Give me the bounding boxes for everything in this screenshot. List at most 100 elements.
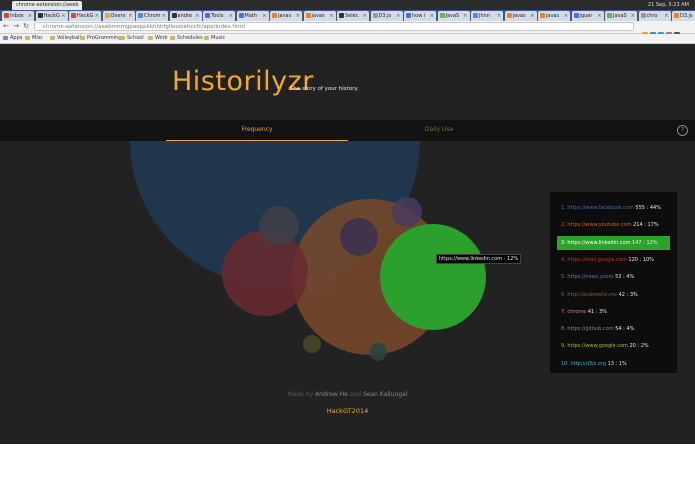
bookmark-folder[interactable]: ProGramming <box>80 34 121 43</box>
browser-tab[interactable]: Jhnn × <box>471 11 503 21</box>
close-icon[interactable]: × <box>497 11 501 21</box>
bubble-andrewhe[interactable] <box>306 266 336 296</box>
reload-icon[interactable]: ↻ <box>22 22 30 31</box>
apps-icon <box>3 35 8 40</box>
browser-tab-label: HackG <box>77 13 94 19</box>
tab-frequency[interactable]: Frequency <box>166 120 348 141</box>
bubble-mail-google[interactable] <box>222 230 308 316</box>
bubble-github[interactable] <box>259 206 299 246</box>
close-icon[interactable]: × <box>530 11 534 21</box>
os-window-tab[interactable]: chrome-extension://aeeb <box>12 1 82 10</box>
site-list-item[interactable]: 8. https://github.com 54 : 4% <box>557 322 670 336</box>
tab-daily-use[interactable]: Daily Use <box>348 120 530 140</box>
browser-toolbar: ← → ↻ chrome-extension://aeebmnmgpaeppkk… <box>0 21 695 38</box>
favicon-icon <box>305 13 311 18</box>
close-icon[interactable]: × <box>396 11 400 21</box>
browser-tab[interactable]: JavaS × <box>437 11 470 21</box>
favicon-icon <box>71 13 76 18</box>
site-list-item[interactable]: 7. chrome 41 : 3% <box>557 305 670 319</box>
bookmark-folder[interactable]: Misc <box>25 34 43 43</box>
bubble-chrome[interactable] <box>392 197 422 227</box>
site-stat: 147 : 12% <box>632 239 658 246</box>
browser-tab-strip: Inbox × HackG × HackG × Overv × Chrom × andre × Tool… <box>0 10 695 21</box>
site-stat: 53 : 4% <box>615 274 635 281</box>
bubble-news-ycom[interactable] <box>340 218 378 256</box>
browser-tab[interactable]: how i × <box>404 11 436 21</box>
site-list-item[interactable]: 2. https://www.youtube.com 214 : 17% <box>557 218 670 232</box>
site-rank: 3. <box>561 239 566 246</box>
bookmark-folder[interactable]: Volleyball <box>50 34 81 43</box>
close-icon[interactable]: × <box>463 11 467 21</box>
browser-tab[interactable]: Chrom × <box>136 11 168 21</box>
bookmark-apps[interactable]: Apps <box>3 34 22 43</box>
browser-tab[interactable]: Tools × <box>203 11 235 21</box>
bookmark-folder[interactable]: Work <box>148 34 168 43</box>
back-button[interactable]: ← <box>2 22 10 31</box>
browser-tab-label: D3.js <box>378 13 392 19</box>
browser-tab[interactable]: javas × <box>303 11 336 21</box>
browser-tab[interactable]: JavaS × <box>605 11 637 21</box>
author-link[interactable]: Sean Kallungal <box>363 391 407 398</box>
close-icon[interactable]: × <box>95 11 99 21</box>
author-link[interactable]: Andrew He <box>315 391 348 398</box>
close-icon[interactable]: × <box>564 11 568 21</box>
site-stat: 120 : 10% <box>628 256 654 263</box>
browser-tab[interactable]: HackG × <box>35 11 68 21</box>
site-list-item[interactable]: 1. https://www.facebook.com 555 : 44% <box>557 201 670 215</box>
bubble-linkedin[interactable] <box>380 224 486 330</box>
site-list-item[interactable]: 10. http://d3js.org 13 : 1% <box>557 357 670 371</box>
site-list-item[interactable]: 6. http://andrewhe.me 42 : 3% <box>557 288 670 302</box>
browser-tab[interactable]: javas × <box>270 11 302 21</box>
bookmark-folder[interactable]: School <box>120 34 144 43</box>
browser-tab[interactable]: chro × <box>638 11 671 21</box>
forward-button[interactable]: → <box>12 22 20 31</box>
favicon-icon <box>473 13 478 18</box>
close-icon[interactable]: × <box>128 11 132 21</box>
bookmark-folder[interactable]: Schedules <box>170 34 203 43</box>
browser-tab[interactable]: javas × <box>504 11 537 21</box>
close-icon[interactable]: × <box>61 11 65 21</box>
browser-tab[interactable]: Selec × <box>337 11 369 21</box>
bubble-tooltip: https://www.linkedin.com - 12% <box>436 254 522 264</box>
close-icon[interactable]: × <box>430 11 434 21</box>
browser-tab[interactable]: D3.js× <box>672 11 695 21</box>
favicon-icon <box>104 13 110 18</box>
browser-tab-label: javas <box>546 13 560 19</box>
close-icon[interactable]: × <box>262 11 266 21</box>
browser-tab[interactable]: jquer × <box>571 11 604 21</box>
close-icon[interactable]: × <box>329 11 333 21</box>
close-icon[interactable]: × <box>296 11 300 21</box>
bubble-google[interactable] <box>303 335 321 353</box>
close-icon[interactable]: × <box>195 11 199 21</box>
site-list-item[interactable]: 4. https://mail.google.com 120 : 10% <box>557 253 670 267</box>
close-icon[interactable]: × <box>363 11 367 21</box>
browser-tab[interactable]: Overv × <box>102 11 135 21</box>
site-list-item[interactable]: 5. https://news.ycom 53 : 4% <box>557 270 670 284</box>
browser-tab-label: Inbox <box>10 13 24 19</box>
close-icon[interactable]: × <box>664 11 668 21</box>
bookmark-folder[interactable]: Music <box>204 34 225 43</box>
site-list-item[interactable]: 3. https://www.linkedin.com 147 : 12% <box>557 235 670 250</box>
address-bar[interactable]: chrome-extension://aeebmnmgpaeppkkhhhfgl… <box>34 22 634 31</box>
browser-tab[interactable]: D3.js × <box>370 11 403 21</box>
bubble-d3js[interactable] <box>369 343 387 361</box>
browser-tab[interactable]: Inbox × <box>2 11 34 21</box>
browser-tab[interactable]: HackG × <box>69 11 101 21</box>
browser-tab[interactable]: Math × <box>236 11 269 21</box>
browser-tab-label: Overv <box>110 13 126 19</box>
site-rank: 2. <box>561 222 566 229</box>
event-link[interactable]: HackGT2014 <box>0 407 695 415</box>
close-icon[interactable]: × <box>631 11 635 21</box>
close-icon[interactable]: × <box>229 11 233 21</box>
os-top-bar: chrome-extension://aeeb 21 Sep, 5:23 AM <box>0 0 695 17</box>
site-list-item[interactable]: 9. https://www.google.com 20 : 2% <box>557 339 670 353</box>
site-stat: 41 : 3% <box>587 308 608 315</box>
help-icon[interactable]: ? <box>677 125 688 136</box>
close-icon[interactable]: × <box>597 11 601 21</box>
close-icon[interactable]: × <box>28 11 32 21</box>
site-stat: 42 : 3% <box>618 291 638 298</box>
site-url: https://mail.google.com <box>567 256 627 263</box>
browser-tab[interactable]: javas × <box>538 11 570 21</box>
browser-tab[interactable]: andre × <box>169 11 202 21</box>
close-icon[interactable]: × <box>162 11 166 21</box>
